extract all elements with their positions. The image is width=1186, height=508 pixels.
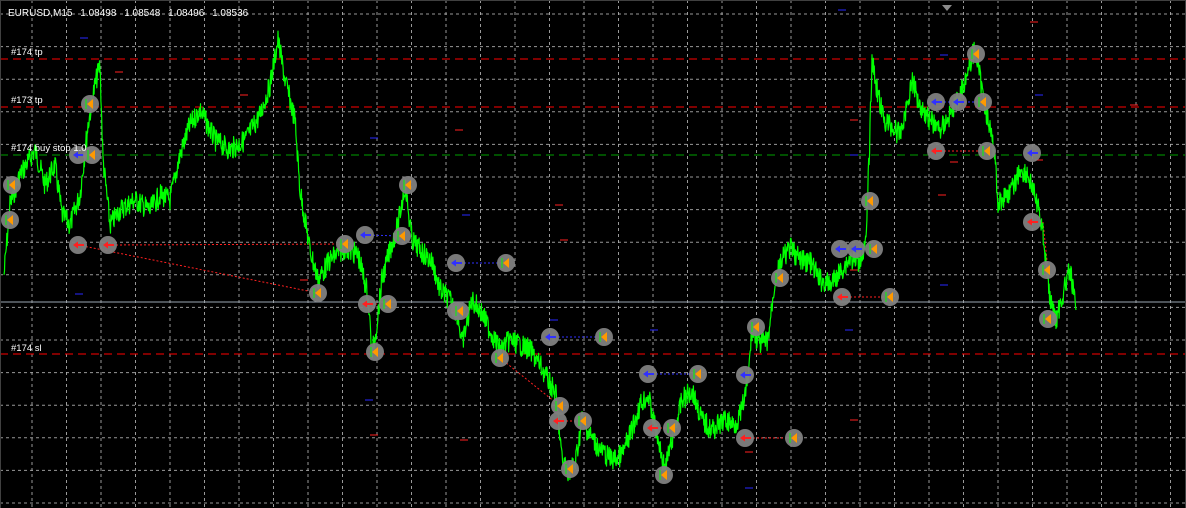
- close-arrow-icon[interactable]: [551, 397, 569, 415]
- level-label-174-tp: #174 tp: [11, 47, 43, 58]
- sell-arrow-icon[interactable]: [1023, 213, 1041, 231]
- close-arrow-icon[interactable]: [399, 176, 417, 194]
- order-level-lines: [0, 58, 1186, 355]
- close-arrow-icon[interactable]: [978, 142, 996, 160]
- close-arrow-icon[interactable]: [967, 45, 985, 63]
- level-label-174-sl: #174 sl: [11, 343, 42, 354]
- close-arrow-icon[interactable]: [497, 254, 515, 272]
- close-arrow-icon[interactable]: [881, 288, 899, 306]
- sell-arrow-icon[interactable]: [833, 288, 851, 306]
- level-label-174-buy-stop: #174 buy stop 1.0: [11, 143, 87, 154]
- chart-shift-triangle-icon[interactable]: [942, 5, 952, 11]
- close-arrow-icon[interactable]: [974, 93, 992, 111]
- close-arrow-icon[interactable]: [861, 192, 879, 210]
- close-arrow-icon[interactable]: [574, 412, 592, 430]
- open-price: 1.08498: [80, 8, 117, 19]
- level-ticks: [75, 9, 1138, 489]
- chart-window[interactable]: EURUSD,M15 1.08498 1.08548 1.08496 1.085…: [0, 0, 1186, 508]
- sell-arrow-icon[interactable]: [99, 236, 117, 254]
- trade-markers[interactable]: [1, 45, 1057, 484]
- close-arrow-icon[interactable]: [491, 349, 509, 367]
- close-arrow-icon[interactable]: [655, 466, 673, 484]
- close-arrow-icon[interactable]: [771, 269, 789, 287]
- close-arrow-icon[interactable]: [1039, 310, 1057, 328]
- close-arrow-icon[interactable]: [336, 235, 354, 253]
- symbol-timeframe: EURUSD,M15: [8, 8, 73, 19]
- buy-arrow-icon[interactable]: [541, 328, 559, 346]
- chart-frame-top: [0, 0, 1186, 1]
- close-arrow-icon[interactable]: [747, 318, 765, 336]
- buy-arrow-icon[interactable]: [356, 226, 374, 244]
- close-arrow-icon[interactable]: [1, 211, 19, 229]
- sell-arrow-icon[interactable]: [736, 429, 754, 447]
- high-price: 1.08548: [124, 8, 161, 19]
- price-chart[interactable]: [0, 0, 1186, 508]
- close-arrow-icon[interactable]: [309, 284, 327, 302]
- buy-arrow-icon[interactable]: [927, 93, 945, 111]
- price-line: [3, 30, 1077, 482]
- close-arrow-icon[interactable]: [3, 176, 21, 194]
- buy-arrow-icon[interactable]: [847, 240, 865, 258]
- sell-arrow-icon[interactable]: [69, 236, 87, 254]
- sell-arrow-icon[interactable]: [927, 142, 945, 160]
- level-label-173-tp: #173 tp: [11, 95, 43, 106]
- buy-arrow-icon[interactable]: [831, 240, 849, 258]
- buy-arrow-icon[interactable]: [447, 254, 465, 272]
- buy-arrow-icon[interactable]: [639, 365, 657, 383]
- close-arrow-icon[interactable]: [81, 95, 99, 113]
- close-arrow-icon[interactable]: [595, 328, 613, 346]
- close-arrow-icon[interactable]: [366, 343, 384, 361]
- close-arrow-icon[interactable]: [689, 365, 707, 383]
- chart-header: EURUSD,M15 1.08498 1.08548 1.08496 1.085…: [8, 8, 253, 19]
- close-arrow-icon[interactable]: [1038, 261, 1056, 279]
- close-arrow-icon[interactable]: [865, 240, 883, 258]
- close-price: 1.08536: [212, 8, 249, 19]
- close-arrow-icon[interactable]: [393, 227, 411, 245]
- close-arrow-icon[interactable]: [561, 460, 579, 478]
- chart-grid: [0, 0, 1186, 508]
- buy-arrow-icon[interactable]: [1023, 144, 1041, 162]
- chart-frame-left: [0, 0, 1, 508]
- trade-connection-line: [77, 244, 319, 294]
- sell-arrow-icon[interactable]: [643, 419, 661, 437]
- sell-arrow-icon[interactable]: [358, 295, 376, 313]
- close-arrow-icon[interactable]: [663, 419, 681, 437]
- close-arrow-icon[interactable]: [785, 429, 803, 447]
- buy-arrow-icon[interactable]: [949, 93, 967, 111]
- close-arrow-icon[interactable]: [379, 295, 397, 313]
- close-arrow-icon[interactable]: [451, 302, 469, 320]
- low-price: 1.08496: [168, 8, 205, 19]
- buy-arrow-icon[interactable]: [736, 366, 754, 384]
